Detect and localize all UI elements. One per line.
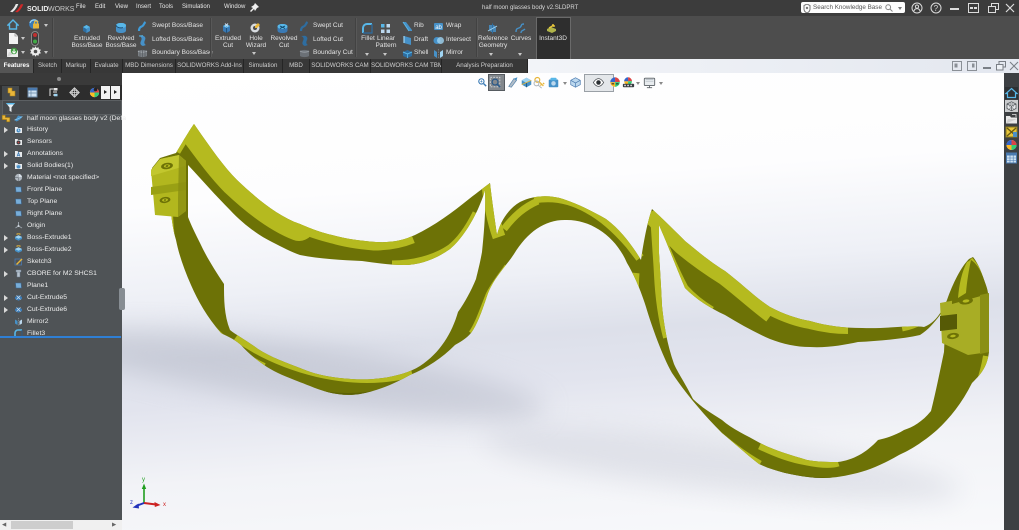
svg-text:WORKS: WORKS [48, 6, 75, 13]
svg-text:ab: ab [435, 25, 442, 31]
svg-text:z: z [130, 500, 133, 506]
svg-text:SOLID: SOLID [27, 6, 48, 13]
svg-text:y: y [142, 477, 145, 483]
svg-text:?: ? [934, 4, 939, 13]
svg-text:x: x [163, 502, 166, 508]
